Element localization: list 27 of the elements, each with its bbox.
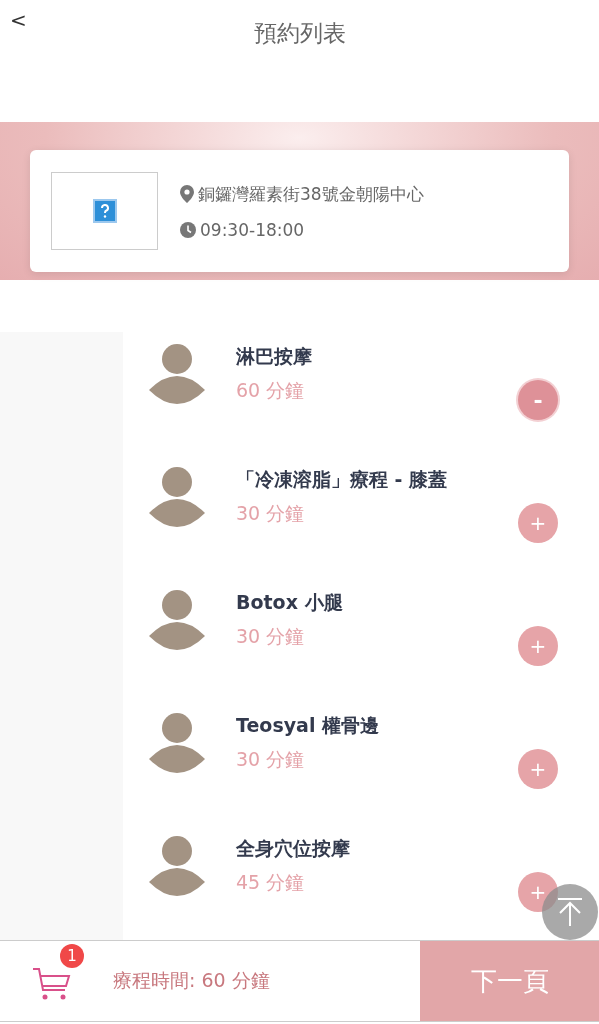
clock-icon xyxy=(180,221,196,238)
location-pin-icon xyxy=(180,185,194,203)
toggle-service-button[interactable]: - xyxy=(518,380,558,420)
store-address: 銅鑼灣羅素街38號金朝陽中心 xyxy=(198,182,424,206)
back-button[interactable]: < xyxy=(10,8,27,32)
page-title: 預約列表 xyxy=(253,19,346,48)
next-page-button[interactable]: 下一頁 xyxy=(420,941,599,1021)
toggle-service-button[interactable]: + xyxy=(518,503,558,543)
scroll-to-top-button[interactable] xyxy=(542,884,598,940)
toggle-service-button[interactable]: + xyxy=(518,626,558,666)
service-duration: 60 分鐘 xyxy=(236,378,306,403)
service-name: 淋巴按摩 xyxy=(236,344,313,369)
broken-image-icon xyxy=(92,199,117,223)
arrow-up-icon xyxy=(556,897,584,927)
service-name: 「冷凍溶脂」療程 - 膝蓋 xyxy=(236,467,449,492)
service-name: Teosyal 權骨邊 xyxy=(236,713,381,738)
cart-count-badge: 1 xyxy=(60,944,84,968)
service-name: Botox 小腿 xyxy=(236,590,344,615)
total-duration: 療程時間: 60 分鐘 xyxy=(113,968,271,993)
service-duration: 30 分鐘 xyxy=(236,747,306,772)
cart-icon xyxy=(32,966,72,1002)
service-duration: 30 分鐘 xyxy=(236,624,306,649)
service-name: 全身穴位按摩 xyxy=(236,836,351,861)
toggle-service-button[interactable]: + xyxy=(518,749,558,789)
opening-hours: 09:30-18:00 xyxy=(200,219,305,240)
service-duration: 45 分鐘 xyxy=(236,870,306,895)
service-duration: 30 分鐘 xyxy=(236,501,306,526)
